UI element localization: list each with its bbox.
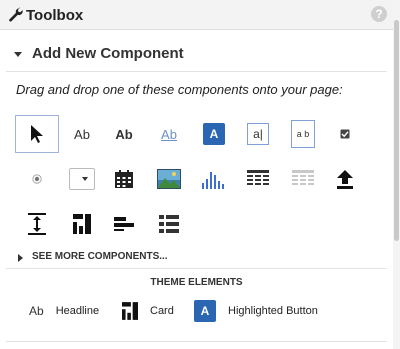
toolbox-title: Toolbox (26, 7, 84, 24)
help-icon[interactable]: ? (371, 6, 387, 22)
checkbox-icon (340, 129, 350, 139)
theme-item-highlighted-button[interactable]: A Highlighted Button (194, 298, 318, 324)
instructions: Drag and drop one of these components on… (16, 82, 343, 97)
component-text[interactable]: Ab (60, 115, 104, 153)
dropdown-icon (69, 168, 95, 190)
card-icon (122, 302, 138, 320)
theme-item-headline[interactable]: Ab Headline (29, 298, 99, 324)
component-upload[interactable] (323, 160, 367, 198)
text-icon: Ab (29, 304, 44, 318)
component-layout[interactable] (102, 205, 146, 243)
component-radio[interactable] (15, 160, 59, 198)
caret-right-icon (18, 254, 23, 262)
text-input-icon: a | (247, 123, 269, 145)
theme-elements-title: THEME ELEMENTS (150, 277, 243, 288)
component-table[interactable] (236, 160, 280, 198)
section-title: Add New Component (32, 45, 184, 62)
textarea-value: a b (296, 128, 310, 139)
text-icon: Ab (74, 126, 90, 142)
caret-down-icon (14, 52, 22, 57)
pointer-icon (29, 124, 45, 144)
button-icon: A (194, 300, 216, 322)
component-pointer[interactable] (15, 115, 59, 153)
link-text-icon: Ab (161, 126, 177, 142)
component-text-input[interactable]: a | (236, 115, 280, 153)
theme-item-label: Highlighted Button (228, 305, 318, 317)
see-more-components-link[interactable]: SEE MORE COMPONENTS... (18, 251, 178, 265)
toolbox-header: Toolbox ? (0, 0, 393, 30)
component-spacer[interactable] (15, 205, 59, 243)
scrollbar-thumb[interactable] (394, 20, 399, 241)
chart-icon (201, 169, 227, 189)
theme-item-label: Headline (55, 305, 100, 317)
component-checkbox[interactable] (323, 115, 367, 153)
grid-icon (292, 170, 314, 188)
list-icon (159, 215, 179, 233)
add-new-component-toggle[interactable]: Add New Component (14, 45, 314, 65)
component-button[interactable]: A (192, 115, 236, 153)
spacer-icon (28, 213, 46, 235)
image-icon (157, 169, 181, 189)
button-icon: A (203, 123, 225, 145)
component-chart[interactable] (192, 160, 236, 198)
component-link-text[interactable]: Ab (147, 115, 191, 153)
component-dropdown[interactable] (60, 160, 104, 198)
divider (6, 341, 387, 342)
wrench-icon (8, 7, 24, 23)
bold-text-icon: Ab (115, 126, 133, 142)
component-grid[interactable] (281, 160, 325, 198)
calendar-icon (114, 169, 134, 189)
component-textarea[interactable]: a b (281, 115, 325, 153)
radio-icon (32, 174, 42, 184)
text-input-value: a (253, 127, 260, 141)
component-list[interactable] (147, 205, 191, 243)
textarea-icon: a b (291, 120, 315, 148)
component-image[interactable] (147, 160, 191, 198)
layout-icon (114, 217, 134, 231)
divider (6, 268, 387, 269)
divider (6, 71, 387, 72)
table-icon (247, 170, 269, 188)
component-calendar[interactable] (102, 160, 146, 198)
component-bold-text[interactable]: Ab (102, 115, 146, 153)
theme-item-label: Card (150, 305, 174, 317)
see-more-label: SEE MORE COMPONENTS... (32, 251, 168, 262)
card-icon (73, 214, 91, 234)
theme-item-card[interactable]: Card (122, 298, 174, 324)
toolbox-panel: Toolbox ? Add New Component Drag and dro… (0, 0, 394, 349)
component-card[interactable] (60, 205, 104, 243)
upload-icon (336, 169, 354, 189)
